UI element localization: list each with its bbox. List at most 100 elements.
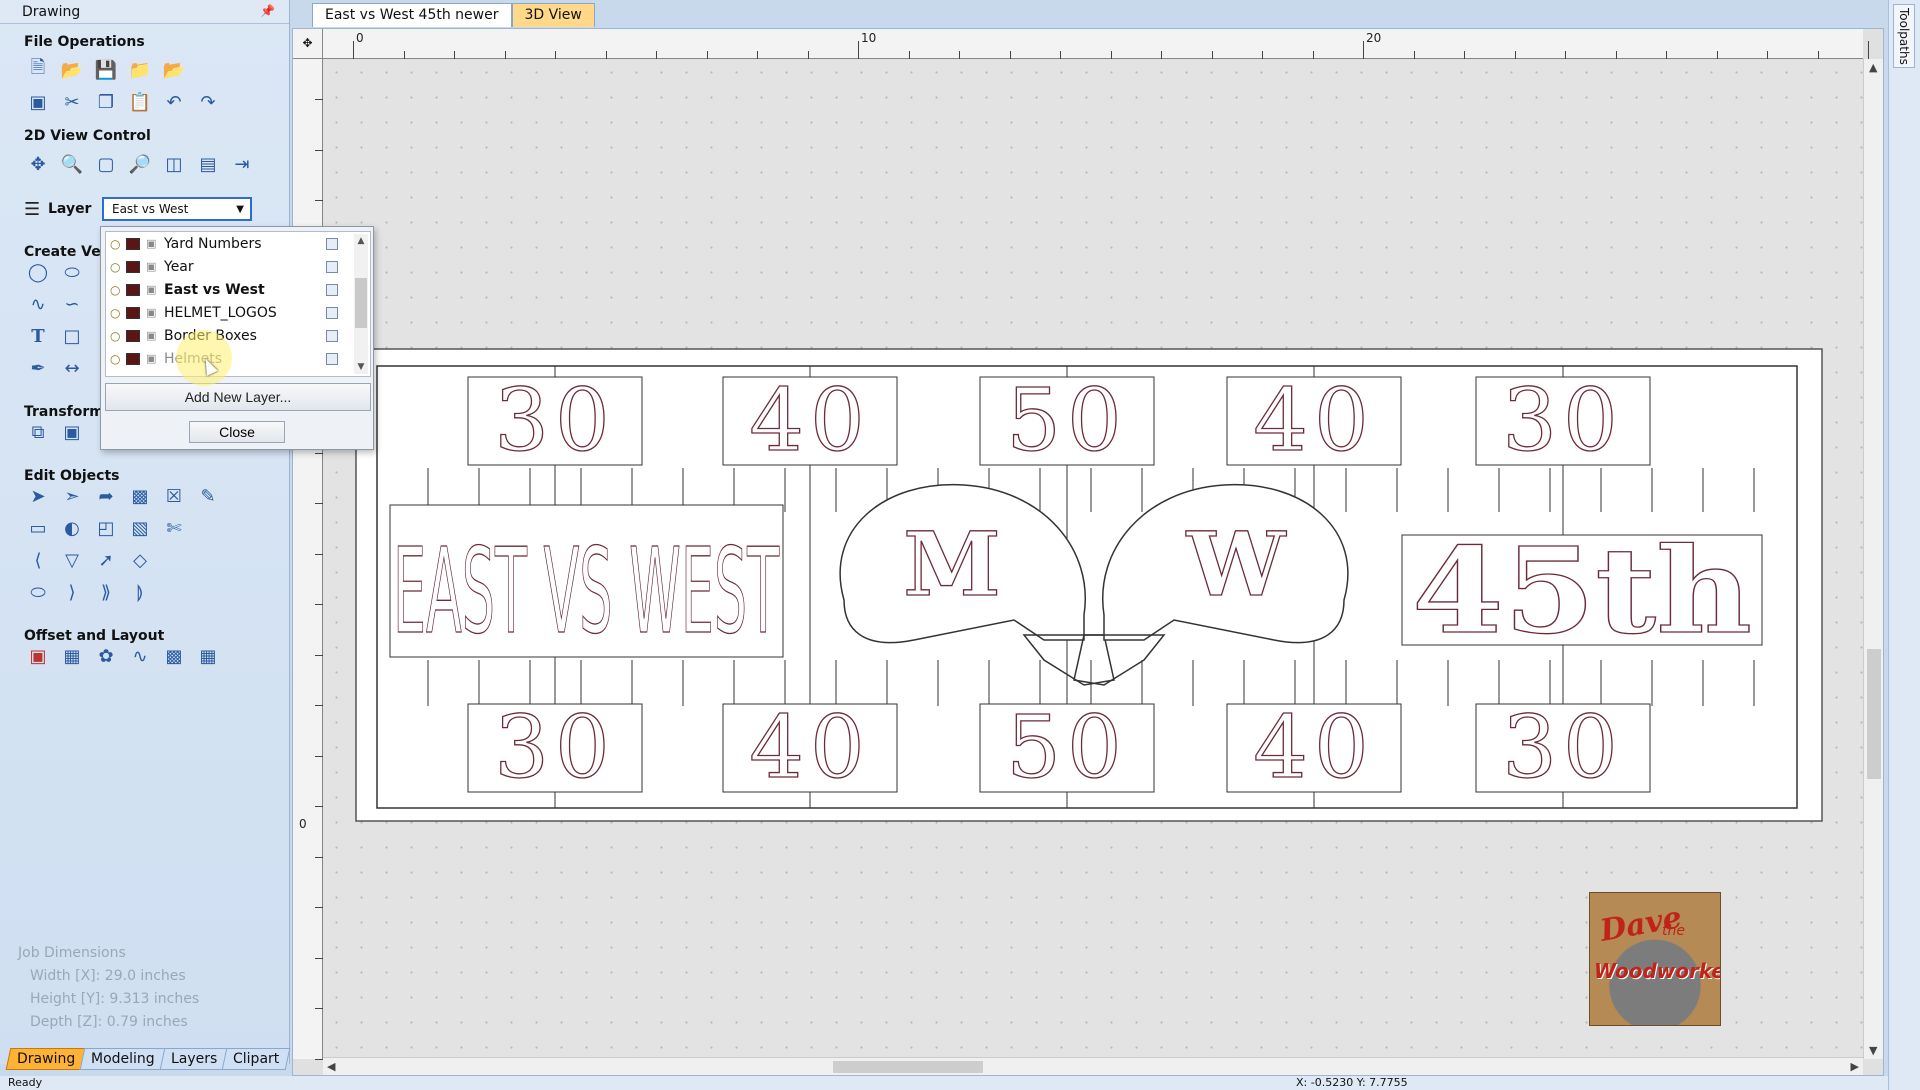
lock-icon[interactable]: ▣: [146, 306, 164, 319]
ruler-corner-icon[interactable]: ✥: [293, 29, 323, 59]
ellipse-icon[interactable]: ⬭: [58, 258, 86, 286]
vee-icon[interactable]: ▽: [58, 546, 86, 574]
redo-icon[interactable]: ↷: [194, 88, 222, 116]
lock-icon[interactable]: ▣: [146, 237, 164, 250]
layer-color-swatch[interactable]: [126, 260, 140, 273]
text-box-icon[interactable]: □: [58, 322, 86, 350]
line-extend-icon[interactable]: ➚: [92, 546, 120, 574]
lock-icon[interactable]: ▣: [146, 329, 164, 342]
bracket-1-icon[interactable]: ⟩: [58, 578, 86, 606]
layer-checkbox[interactable]: [326, 283, 338, 296]
ungroup-icon[interactable]: ☒: [160, 482, 188, 510]
layer-list-scroll-thumb[interactable]: [355, 278, 367, 328]
weld-icon[interactable]: ▭: [24, 514, 52, 542]
toolpaths-tab[interactable]: Toolpaths: [1893, 4, 1915, 68]
node-edit-icon[interactable]: ➣: [58, 482, 86, 510]
add-new-layer-button[interactable]: Add New Layer...: [105, 383, 371, 411]
scale-icon[interactable]: ▣: [58, 418, 86, 446]
smooth-icon[interactable]: ⬭: [24, 578, 52, 606]
close-button[interactable]: Close: [189, 421, 285, 443]
horizontal-scrollbar[interactable]: ◀ ▶: [323, 1057, 1863, 1075]
auto-layout-icon[interactable]: ▦: [194, 642, 222, 670]
layer-color-swatch[interactable]: [126, 329, 140, 342]
layer-item[interactable]: ○ ▣ Yard Numbers: [106, 232, 370, 255]
dimension-icon[interactable]: ↔: [58, 354, 86, 382]
open-folder-icon[interactable]: 📁: [126, 56, 154, 84]
bracket-2-icon[interactable]: ⟫: [92, 578, 120, 606]
layer-checkbox[interactable]: [326, 237, 338, 250]
tab-layers[interactable]: Layers: [159, 1048, 229, 1070]
lightbulb-icon[interactable]: ○: [110, 260, 126, 274]
zoom-box-icon[interactable]: ▢: [92, 150, 120, 178]
layer-checkbox[interactable]: [326, 352, 338, 365]
layer-item[interactable]: ○ ▣ Border Boxes: [106, 324, 370, 347]
transform-select-icon[interactable]: ➦: [92, 482, 120, 510]
angle-icon[interactable]: ⟨: [24, 546, 52, 574]
layer-color-swatch[interactable]: [126, 237, 140, 250]
lightbulb-icon[interactable]: ○: [110, 283, 126, 297]
layer-item[interactable]: ○ ▣ Year: [106, 255, 370, 278]
layer-item[interactable]: ○ ▣ East vs West: [106, 278, 370, 301]
view-grid-icon[interactable]: ▤: [194, 150, 222, 178]
import-icon[interactable]: 📂: [160, 56, 188, 84]
open-icon[interactable]: 📂: [58, 56, 86, 84]
pin-icon[interactable]: 📌: [260, 4, 275, 18]
text-icon[interactable]: T: [24, 322, 52, 350]
tab-document[interactable]: East vs West 45th newer: [312, 3, 512, 27]
layer-color-swatch[interactable]: [126, 283, 140, 296]
new-file-icon[interactable]: 🗎: [24, 56, 52, 84]
fillet-icon[interactable]: ▧: [126, 514, 154, 542]
lightbulb-icon[interactable]: ○: [110, 306, 126, 320]
tab-modeling[interactable]: Modeling: [79, 1048, 167, 1070]
bracket-3-icon[interactable]: ⟭: [126, 578, 154, 606]
pen-icon[interactable]: ✒: [24, 354, 52, 382]
layer-list-scrollbar[interactable]: ▲ ▼: [354, 234, 368, 374]
layer-color-swatch[interactable]: [126, 352, 140, 365]
horizontal-scroll-thumb[interactable]: [833, 1061, 983, 1073]
tab-drawing[interactable]: Drawing: [5, 1048, 87, 1070]
offset-icon[interactable]: ▣: [24, 642, 52, 670]
layer-checkbox[interactable]: [326, 306, 338, 319]
group-icon[interactable]: ▩: [126, 482, 154, 510]
scroll-left-icon[interactable]: ◀: [327, 1060, 335, 1073]
cut-icon[interactable]: ✂: [58, 88, 86, 116]
layer-item[interactable]: ○ ▣ HELMET_LOGOS: [106, 301, 370, 324]
trim-icon[interactable]: ✄: [160, 514, 188, 542]
lightbulb-icon[interactable]: ○: [110, 352, 126, 366]
scroll-right-icon[interactable]: ▶: [1851, 1060, 1859, 1073]
circular-array-icon[interactable]: ✿: [92, 642, 120, 670]
lock-icon[interactable]: ▣: [146, 352, 164, 365]
zoom-extents-icon[interactable]: 🔎: [126, 150, 154, 178]
undo-icon[interactable]: ↶: [160, 88, 188, 116]
scroll-up-icon[interactable]: ▲: [1869, 61, 1877, 74]
view-toggle-icon[interactable]: ⇥: [228, 150, 256, 178]
layer-color-swatch[interactable]: [126, 306, 140, 319]
layer-item[interactable]: ○ ▣ Helmets: [106, 347, 370, 370]
layer-dropdown-select[interactable]: East vs West ▼: [102, 197, 252, 221]
lightbulb-icon[interactable]: ○: [110, 329, 126, 343]
layer-checkbox[interactable]: [326, 260, 338, 273]
lightbulb-icon[interactable]: ○: [110, 237, 126, 251]
layer-checkbox[interactable]: [326, 329, 338, 342]
select-all-icon[interactable]: ▣: [24, 88, 52, 116]
scroll-down-icon[interactable]: ▼: [1869, 1044, 1877, 1057]
zoom-icon[interactable]: 🔍: [58, 150, 86, 178]
tab-3d-view[interactable]: 3D View: [511, 3, 595, 27]
subtract-icon[interactable]: ◐: [58, 514, 86, 542]
intersect-icon[interactable]: ◰: [92, 514, 120, 542]
circle-icon[interactable]: ◯: [24, 258, 52, 286]
pan-icon[interactable]: ✥: [24, 150, 52, 178]
scroll-down-icon[interactable]: ▼: [354, 362, 368, 372]
tab-clipart[interactable]: Clipart: [221, 1048, 291, 1070]
nesting-icon[interactable]: ▩: [160, 642, 188, 670]
scroll-up-icon[interactable]: ▲: [354, 236, 368, 246]
lock-icon[interactable]: ▣: [146, 260, 164, 273]
measure-icon[interactable]: ✎: [194, 482, 222, 510]
view-layers-icon[interactable]: ◫: [160, 150, 188, 178]
select-arrow-icon[interactable]: ➤: [24, 482, 52, 510]
lock-icon[interactable]: ▣: [146, 283, 164, 296]
move-icon[interactable]: ⧉: [24, 418, 52, 446]
curve-icon[interactable]: ∽: [58, 290, 86, 318]
diamond-icon[interactable]: ◇: [126, 546, 154, 574]
copy-icon[interactable]: ❐: [92, 88, 120, 116]
